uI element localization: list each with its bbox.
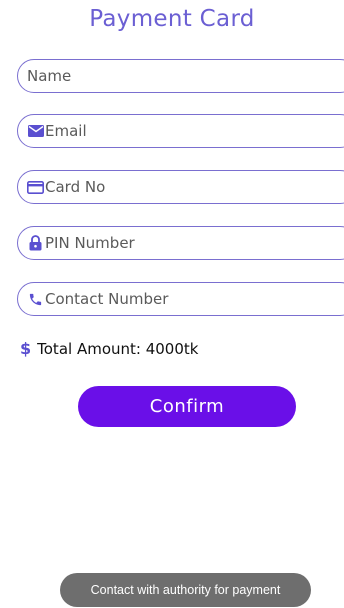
lock-icon bbox=[27, 235, 44, 252]
name-field[interactable] bbox=[17, 59, 344, 93]
contact-number-field[interactable] bbox=[17, 282, 344, 316]
email-input[interactable] bbox=[45, 122, 325, 140]
credit-card-icon bbox=[27, 179, 44, 196]
phone-icon bbox=[27, 291, 44, 308]
toast-message: Contact with authority for payment bbox=[60, 573, 311, 607]
envelope-icon bbox=[27, 123, 44, 140]
card-number-field[interactable] bbox=[17, 170, 344, 204]
pin-input[interactable] bbox=[45, 234, 325, 252]
total-amount: $ Total Amount: 4000tk bbox=[20, 339, 198, 358]
email-field[interactable] bbox=[17, 114, 344, 148]
dollar-icon: $ bbox=[20, 339, 32, 358]
name-input[interactable] bbox=[27, 67, 307, 85]
page-title: Payment Card bbox=[89, 6, 255, 32]
confirm-button[interactable]: Confirm bbox=[78, 386, 296, 427]
total-amount-label: Total Amount: 4000tk bbox=[37, 339, 199, 358]
contact-number-input[interactable] bbox=[45, 290, 325, 308]
pin-field[interactable] bbox=[17, 226, 344, 260]
payment-screen: Payment Card Name Email Card No Contact … bbox=[0, 0, 344, 608]
card-number-input[interactable] bbox=[45, 178, 325, 196]
